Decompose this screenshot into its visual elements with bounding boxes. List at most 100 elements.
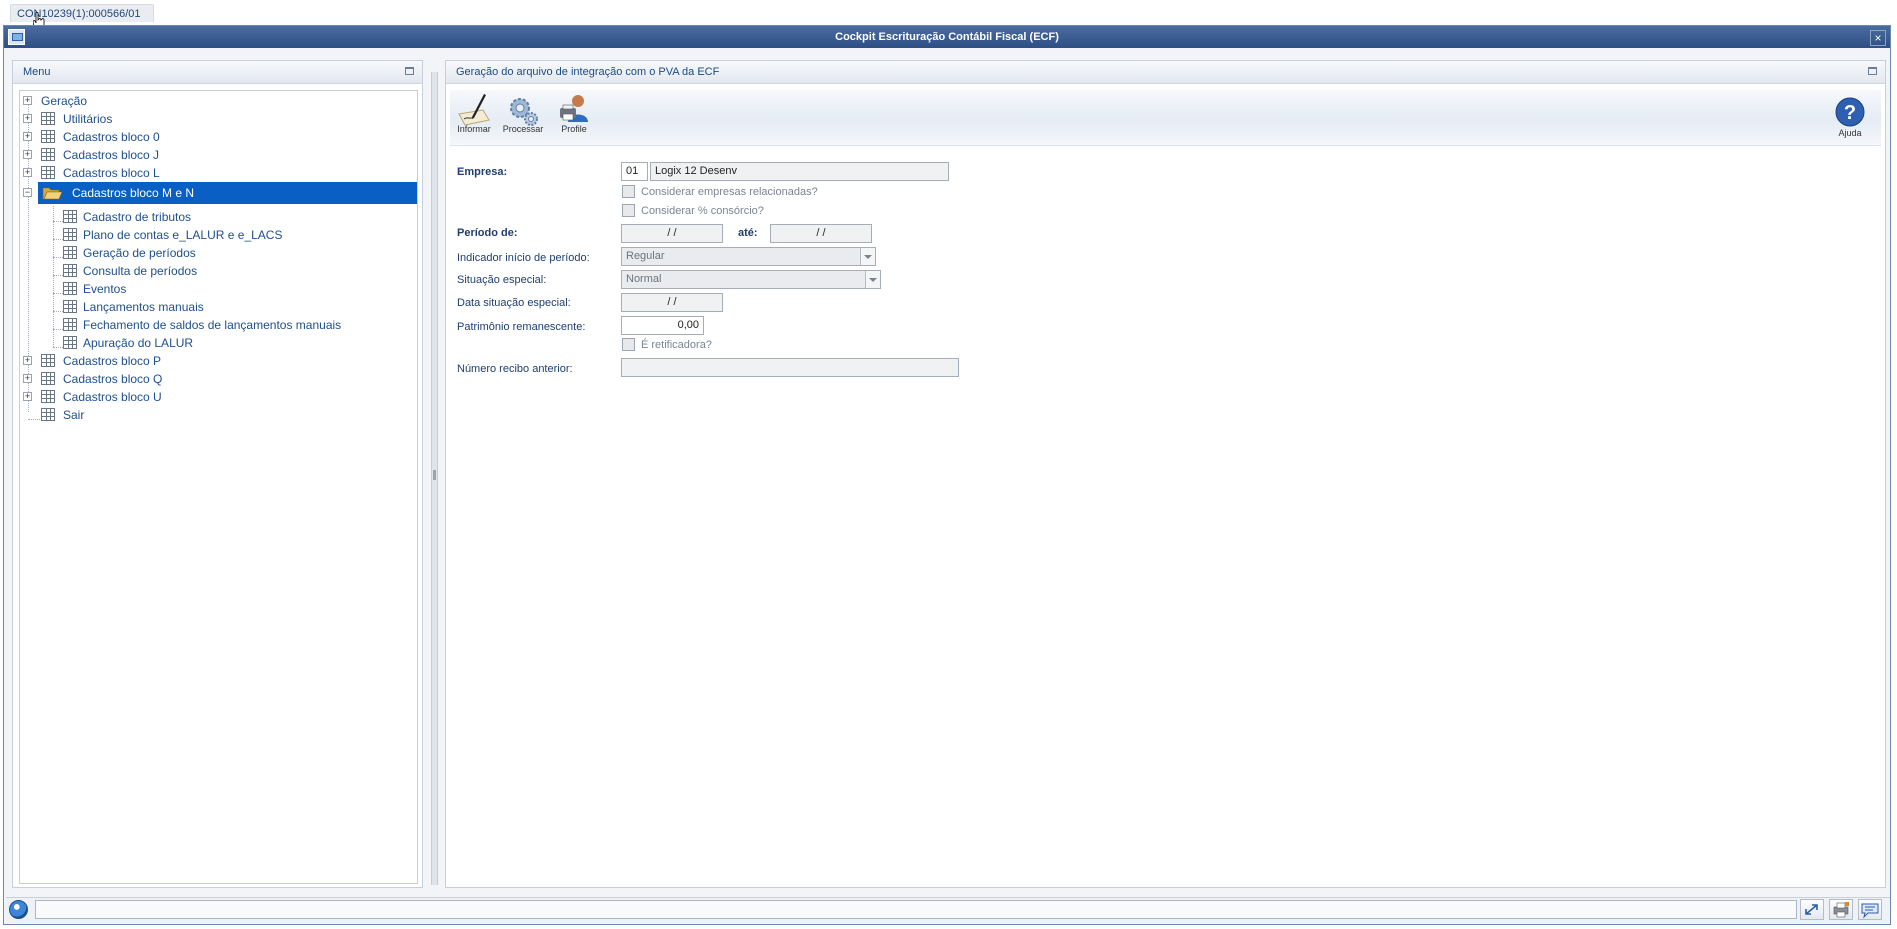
patrimonio-label: Patrimônio remanescente: bbox=[457, 321, 586, 333]
grid-icon bbox=[63, 246, 77, 259]
menu-panel-title: Menu bbox=[23, 66, 51, 78]
expand-icon[interactable]: + bbox=[23, 96, 32, 105]
grid-icon bbox=[41, 390, 55, 403]
chevron-down-icon[interactable] bbox=[865, 271, 880, 288]
content-panel-title: Geração do arquivo de integração com o P… bbox=[456, 66, 720, 78]
menu-item-label: Eventos bbox=[83, 282, 127, 296]
grid-icon bbox=[41, 130, 55, 143]
status-message-field bbox=[35, 900, 1797, 919]
menu-item-label: Cadastro de tributos bbox=[83, 210, 192, 224]
indicador-value: Regular bbox=[626, 250, 665, 262]
grid-icon bbox=[41, 354, 55, 367]
menu-item-label: Cadastros bloco L bbox=[63, 166, 160, 180]
ajuda-button[interactable]: ? Ajuda bbox=[1832, 96, 1868, 138]
window-icon bbox=[8, 29, 25, 45]
profile-button[interactable]: Profile bbox=[554, 92, 594, 134]
window-title: Cockpit Escrituração Contábil Fiscal (EC… bbox=[4, 26, 1890, 48]
minimize-icon[interactable] bbox=[1868, 67, 1877, 75]
menu-item-label: Cadastros bloco P bbox=[63, 354, 162, 368]
svg-text:?: ? bbox=[1844, 102, 1856, 124]
empresa-code-field[interactable]: 01 bbox=[621, 162, 648, 181]
chevron-down-icon[interactable] bbox=[860, 248, 875, 265]
status-orb-icon[interactable] bbox=[9, 900, 28, 919]
patrimonio-field[interactable]: 0,00 bbox=[621, 316, 704, 335]
menu-panel-header: Menu bbox=[13, 61, 422, 84]
considerar-empresas-label: Considerar empresas relacionadas? bbox=[641, 186, 818, 198]
menu-item-label: Lançamentos manuais bbox=[83, 300, 204, 314]
periodo-de-field[interactable]: / / bbox=[621, 224, 723, 243]
menu-item-label: Cadastros bloco J bbox=[63, 148, 160, 162]
grid-icon bbox=[41, 372, 55, 385]
document-tab[interactable]: CON10239(1):000566/01 bbox=[10, 4, 154, 22]
menu-item-label: Cadastros bloco U bbox=[63, 390, 162, 404]
expand-icon[interactable]: + bbox=[23, 168, 32, 177]
content-panel-header: Geração do arquivo de integração com o P… bbox=[446, 61, 1885, 84]
grid-icon bbox=[63, 210, 77, 223]
grid-icon bbox=[63, 300, 77, 313]
ate-label: até: bbox=[738, 227, 758, 239]
considerar-consorcio-checkbox[interactable] bbox=[622, 204, 635, 217]
profile-label: Profile bbox=[561, 124, 587, 134]
folder-open-icon bbox=[42, 187, 63, 200]
expand-icon[interactable]: + bbox=[23, 392, 32, 401]
menu-item-label: Consulta de períodos bbox=[83, 264, 198, 278]
situacao-select[interactable]: Normal bbox=[621, 270, 881, 289]
indicador-label: Indicador início de período: bbox=[457, 252, 590, 264]
data-situacao-field[interactable]: / / bbox=[621, 293, 723, 312]
expand-icon[interactable]: + bbox=[23, 356, 32, 365]
menu-item-label: Cadastros bloco M e N bbox=[72, 186, 195, 200]
expand-icon[interactable]: + bbox=[23, 374, 32, 383]
menu-item-label: Apuração do LALUR bbox=[83, 336, 194, 350]
grid-icon bbox=[41, 408, 55, 421]
menu-item-label: Sair bbox=[63, 408, 85, 422]
resize-button[interactable] bbox=[1800, 899, 1824, 920]
print-button[interactable] bbox=[1829, 899, 1853, 920]
minimize-icon[interactable] bbox=[405, 67, 414, 75]
collapse-icon[interactable]: − bbox=[23, 188, 32, 197]
grid-icon bbox=[63, 336, 77, 349]
considerar-empresas-checkbox[interactable] bbox=[622, 185, 635, 198]
menu-item-label: Geração de períodos bbox=[83, 246, 196, 260]
numero-recibo-field[interactable] bbox=[621, 358, 959, 377]
grid-icon bbox=[63, 228, 77, 241]
periodo-de-label: Período de: bbox=[457, 227, 518, 239]
considerar-consorcio-label: Considerar % consórcio? bbox=[641, 205, 764, 217]
ate-field[interactable]: / / bbox=[770, 224, 872, 243]
indicador-select[interactable]: Regular bbox=[621, 247, 876, 266]
ajuda-label: Ajuda bbox=[1838, 128, 1862, 138]
messages-button[interactable] bbox=[1858, 899, 1882, 920]
grid-icon bbox=[41, 166, 55, 179]
expand-icon[interactable]: + bbox=[23, 114, 32, 123]
situacao-value: Normal bbox=[626, 273, 662, 285]
grid-icon bbox=[63, 282, 77, 295]
chat-bubble-icon bbox=[1861, 903, 1879, 919]
grid-icon bbox=[41, 148, 55, 161]
resize-arrow-icon bbox=[1805, 904, 1818, 915]
retificadora-label: É retificadora? bbox=[641, 339, 712, 351]
processar-label: Processar bbox=[502, 124, 544, 134]
empresa-name-field[interactable]: Logix 12 Desenv bbox=[650, 162, 949, 181]
menu-item-label: Cadastros bloco 0 bbox=[63, 130, 160, 144]
menu-item-label: Plano de contas e_LALUR e e_LACS bbox=[83, 228, 283, 242]
expand-icon[interactable]: + bbox=[23, 132, 32, 141]
numero-recibo-label: Número recibo anterior: bbox=[457, 363, 573, 375]
menu-tree bbox=[19, 90, 418, 884]
menu-item-label: Cadastros bloco Q bbox=[63, 372, 163, 386]
empresa-label: Empresa: bbox=[457, 166, 508, 178]
situacao-label: Situação especial: bbox=[457, 274, 547, 286]
close-button[interactable]: × bbox=[1870, 30, 1886, 46]
expand-icon[interactable]: + bbox=[23, 150, 32, 159]
grid-icon bbox=[41, 112, 55, 125]
grid-icon bbox=[63, 318, 77, 331]
splitter-grip bbox=[433, 470, 436, 480]
informar-button[interactable]: Informar bbox=[454, 92, 494, 134]
menu-item-label: Utilitários bbox=[63, 112, 113, 126]
printer-icon bbox=[1833, 902, 1849, 918]
retificadora-checkbox[interactable] bbox=[622, 338, 635, 351]
menu-item-label: Geração bbox=[41, 94, 88, 108]
grid-icon bbox=[63, 264, 77, 277]
toolbar bbox=[450, 90, 1881, 146]
processar-button[interactable]: Processar bbox=[502, 92, 544, 134]
data-situacao-label: Data situação especial: bbox=[457, 297, 571, 309]
informar-label: Informar bbox=[457, 124, 491, 134]
